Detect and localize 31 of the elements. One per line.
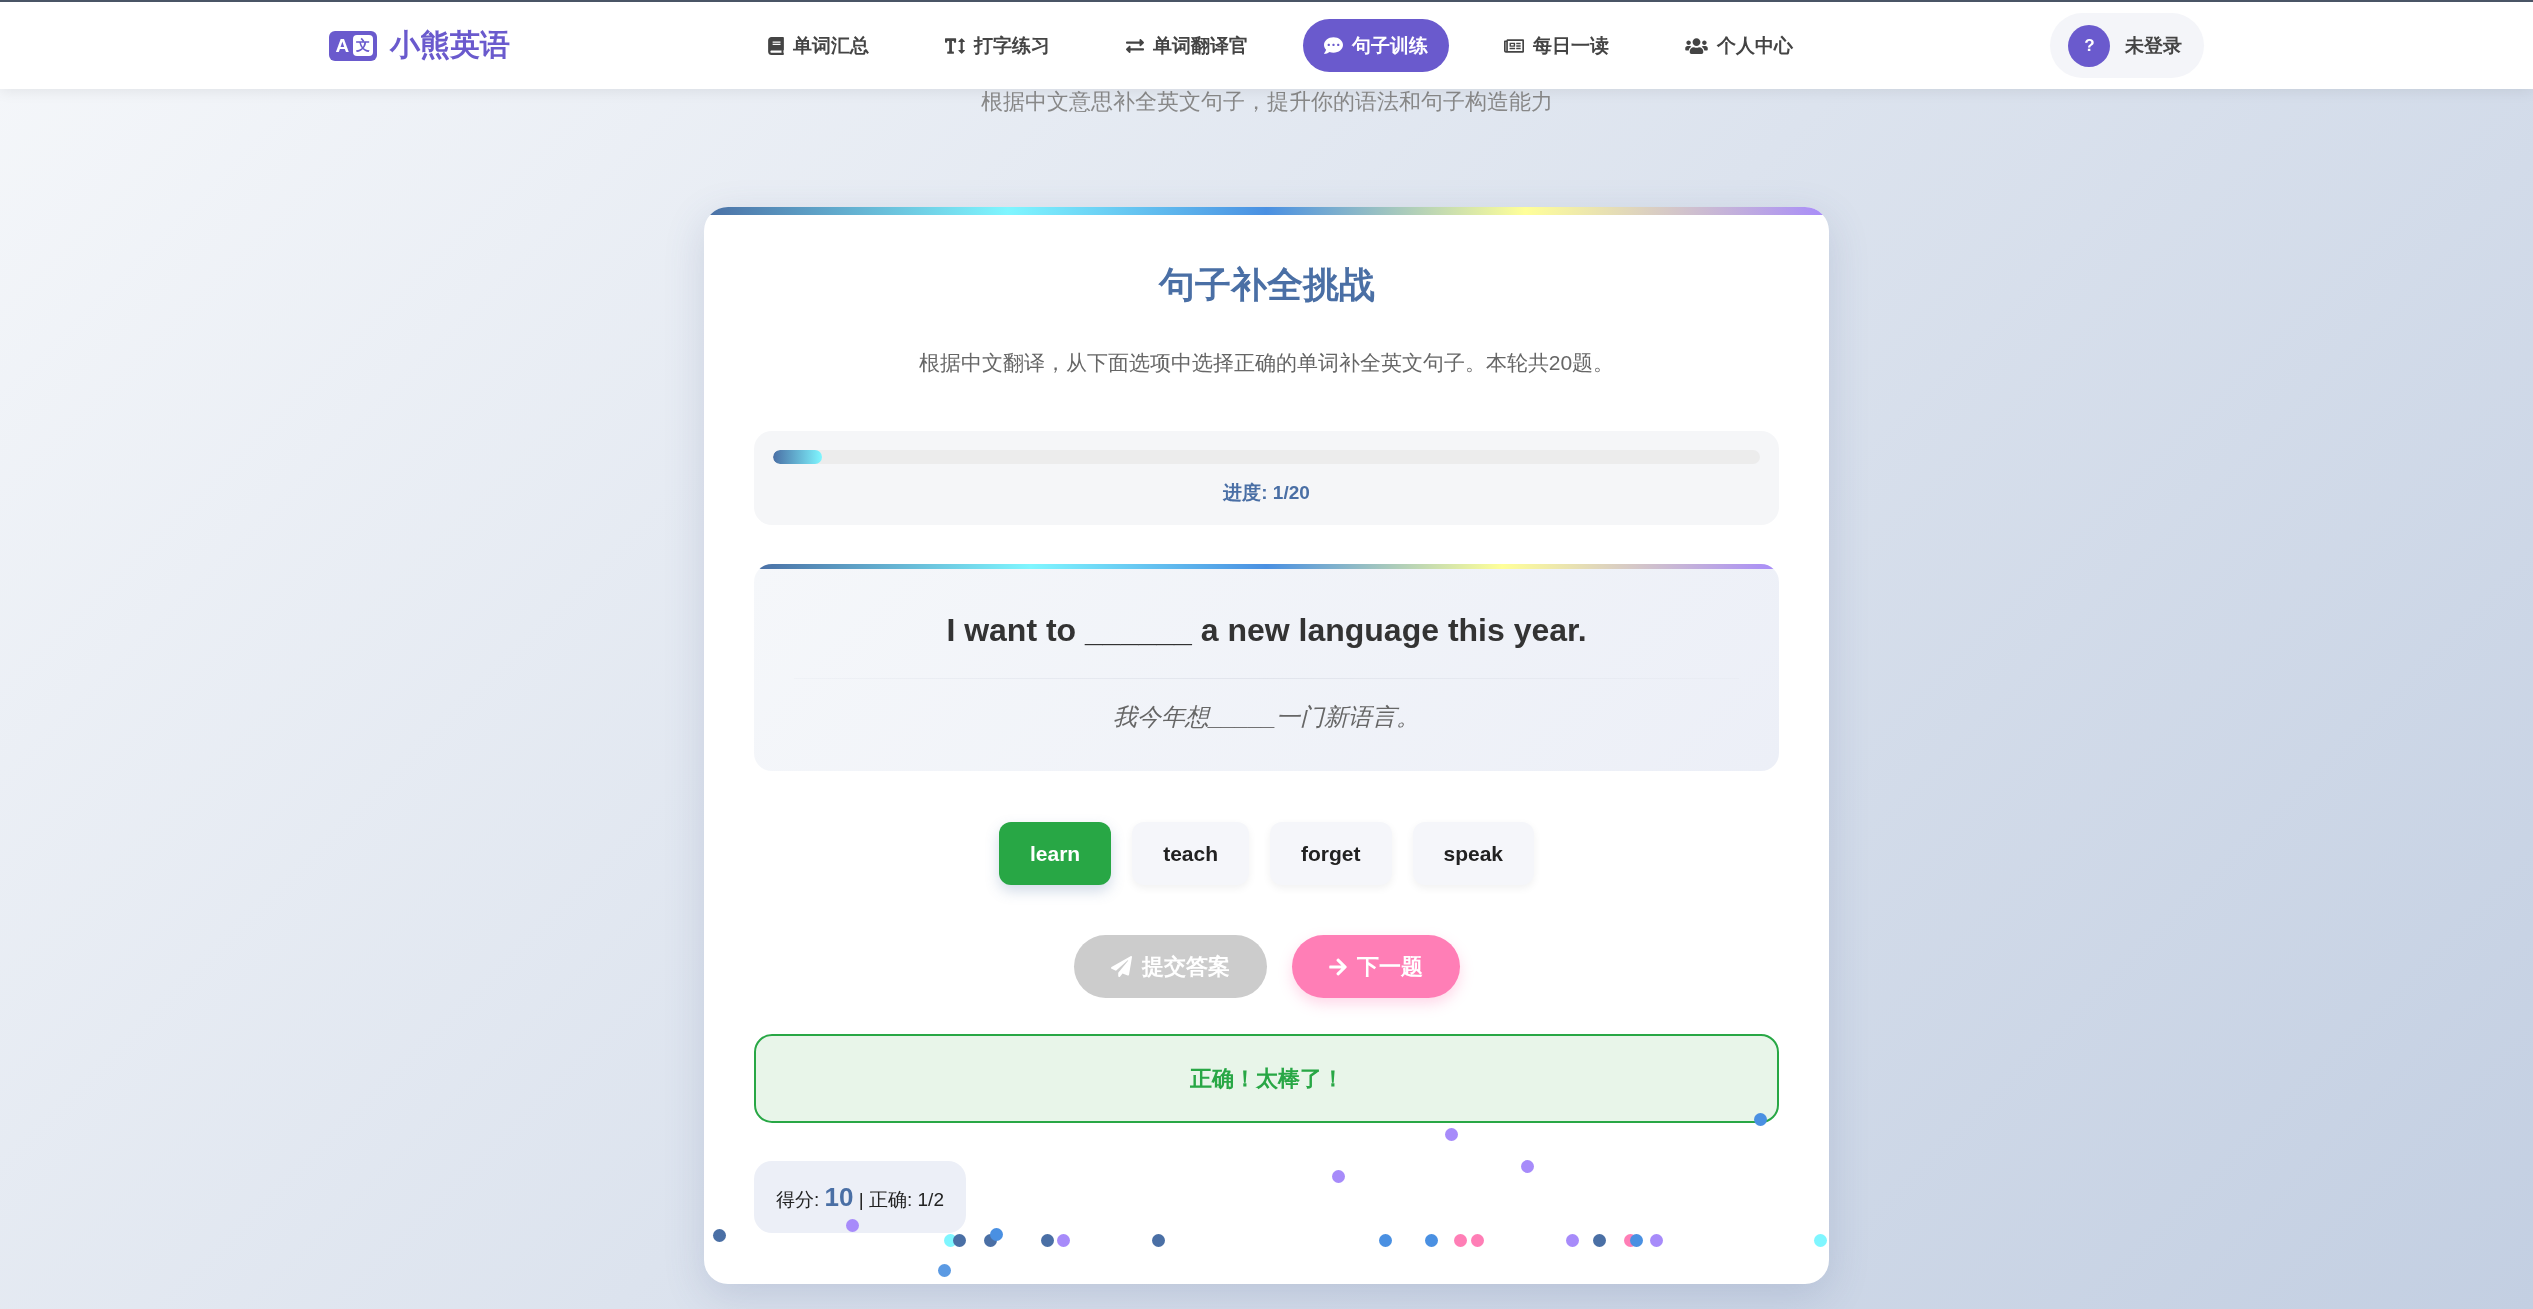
brand-name: 小熊英语 — [390, 27, 511, 63]
logo-character: 文 — [353, 35, 374, 56]
english-sentence: I want to ______ a new language this year. — [945, 611, 1588, 650]
progress-label: 进度: 1/20 — [1222, 481, 1311, 505]
newspaper-icon — [1503, 36, 1524, 55]
users-icon — [1684, 36, 1708, 55]
nav-link[interactable]: 句子训练 — [1302, 19, 1449, 72]
arrow-right-icon — [1328, 956, 1347, 977]
nav-link[interactable]: 单词翻译官 — [1104, 19, 1269, 72]
chinese-translation: 我今年想_____一门新语言。 — [1112, 702, 1421, 732]
card-title: 句子补全挑战 — [1157, 263, 1376, 307]
logo-letter: A — [335, 35, 350, 56]
text-height-icon — [944, 36, 965, 55]
login-status: 未登录 — [2125, 33, 2183, 58]
nav-link[interactable]: 单词汇总 — [746, 19, 890, 72]
nav-link[interactable]: 每日一读 — [1482, 19, 1630, 72]
feedback-message: 正确！太棒了！ — [754, 1034, 1779, 1123]
instructions: 根据中文翻译，从下面选项中选择正确的单词补全英文句子。本轮共20题。 — [917, 350, 1616, 376]
book-icon — [767, 36, 784, 55]
paper-plane-icon — [1110, 956, 1132, 977]
score-summary: 得分: 10 | 正确: 1/2 — [754, 1161, 966, 1233]
nav-link[interactable]: 打字练习 — [923, 19, 1071, 72]
word-option-button[interactable]: speak — [1412, 822, 1535, 885]
word-option-button[interactable]: forget — [1270, 822, 1392, 885]
word-option-button[interactable]: teach — [1132, 822, 1249, 885]
swap-arrows-icon — [1125, 36, 1144, 55]
nav-link[interactable]: 个人中心 — [1663, 19, 1814, 72]
page-subtitle: 根据中文意思补全英文句子，提升你的语法和句子构造能力 — [980, 89, 1553, 115]
user-menu-button[interactable]: ? 未登录 — [2050, 13, 2205, 78]
chat-bubble-icon — [1323, 36, 1343, 55]
avatar-placeholder: ? — [2068, 24, 2111, 67]
